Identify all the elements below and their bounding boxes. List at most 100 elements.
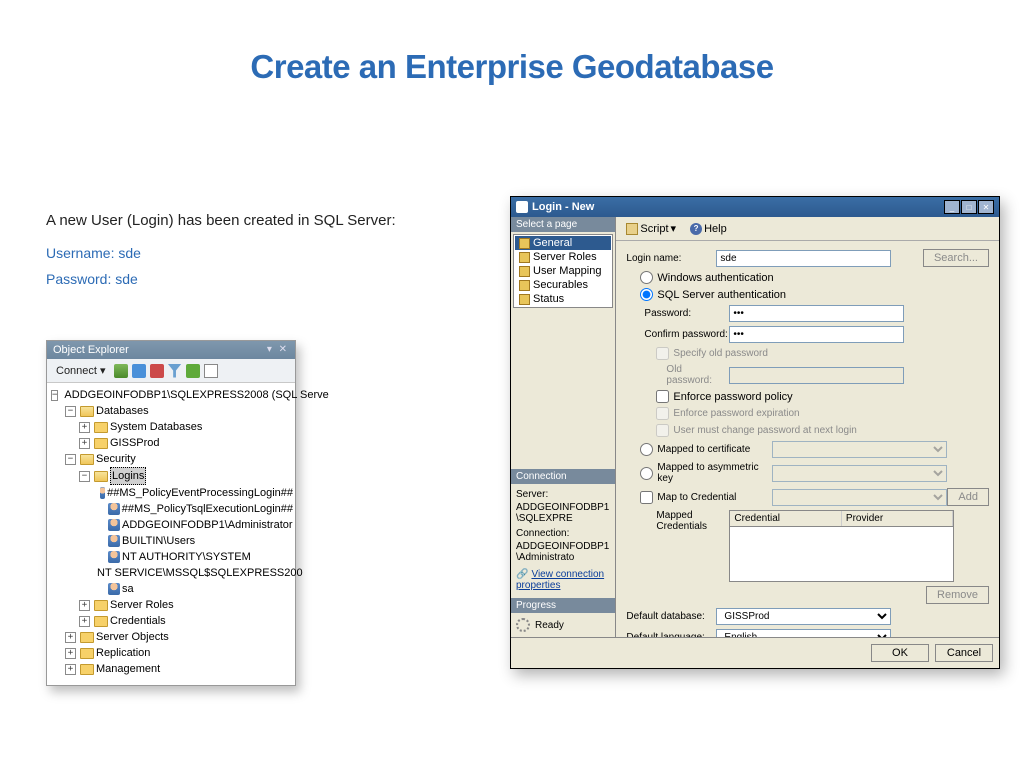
tree-login-item[interactable]: ##MS_PolicyTsqlExecutionLogin##: [93, 501, 293, 517]
cancel-button[interactable]: Cancel: [935, 644, 993, 662]
sql-auth-label: SQL Server authentication: [657, 289, 786, 301]
specify-old-password-label: Specify old password: [673, 348, 768, 359]
dialog-titlebar[interactable]: Login - New _ □ ✕: [511, 197, 999, 217]
maximize-button[interactable]: □: [961, 200, 977, 214]
map-credential-checkbox[interactable]: [640, 491, 653, 504]
tree-server-objects[interactable]: +Server Objects: [65, 629, 293, 645]
tree-login-item[interactable]: NT SERVICE\MSSQL$SQLEXPRESS200: [93, 565, 293, 581]
dialog-title: Login - New: [532, 201, 594, 213]
expand-icon[interactable]: +: [79, 422, 90, 433]
tree-server-roles[interactable]: +Server Roles: [79, 597, 293, 613]
username-line: Username: sde: [46, 245, 396, 261]
tree-login-item[interactable]: sa: [93, 581, 293, 597]
tree-credentials[interactable]: +Credentials: [79, 613, 293, 629]
tree-logins[interactable]: −Logins: [79, 467, 293, 485]
specify-old-password-checkbox: [656, 347, 669, 360]
page-server-roles[interactable]: Server Roles: [515, 250, 611, 264]
tree-root[interactable]: −ADDGEOINFODBP1\SQLEXPRESS2008 (SQL Serv…: [51, 387, 293, 403]
tree-login-item[interactable]: ##MS_PolicyEventProcessingLogin##: [93, 485, 293, 501]
default-database-label: Default database:: [626, 611, 716, 622]
dialog-left-panel: Select a page General Server Roles User …: [511, 217, 616, 637]
enforce-expiration-label: Enforce password expiration: [673, 408, 799, 419]
folder-icon: [94, 422, 108, 433]
password-label: Password:: [644, 308, 729, 319]
login-form: Login name: Search... Windows authentica…: [616, 241, 999, 637]
help-button[interactable]: ?Help: [685, 221, 732, 237]
credentials-grid[interactable]: CredentialProvider: [729, 510, 954, 582]
add-button: Add: [947, 488, 989, 506]
expand-icon[interactable]: +: [65, 648, 76, 659]
windows-auth-radio[interactable]: [640, 271, 653, 284]
password-input[interactable]: [729, 305, 904, 322]
minimize-button[interactable]: _: [944, 200, 960, 214]
folder-icon: [80, 648, 94, 659]
filter-icon[interactable]: [168, 364, 182, 378]
enforce-policy-checkbox[interactable]: [656, 390, 669, 403]
progress-status: Ready: [535, 620, 564, 631]
sql-auth-radio[interactable]: [640, 288, 653, 301]
page-user-mapping[interactable]: User Mapping: [515, 264, 611, 278]
tree-login-item[interactable]: ADDGEOINFODBP1\Administrator: [93, 517, 293, 533]
confirm-password-label: Confirm password:: [644, 329, 729, 340]
script-dropdown[interactable]: Script ▾: [621, 220, 681, 237]
expand-icon[interactable]: +: [79, 600, 90, 611]
folder-icon: [80, 632, 94, 643]
dialog-toolbar: Script ▾ ?Help: [616, 217, 999, 241]
clear-icon[interactable]: [204, 364, 218, 378]
grid-header-provider: Provider: [842, 511, 954, 526]
connection-info: Server: ADDGEOINFODBP1\SQLEXPRE Connecti…: [513, 486, 613, 596]
connect-dropdown[interactable]: Connect ▾: [52, 362, 110, 379]
tree-security[interactable]: −Security: [65, 451, 293, 467]
tree-databases[interactable]: −Databases: [65, 403, 293, 419]
page-general[interactable]: General: [515, 236, 611, 250]
expand-icon[interactable]: +: [79, 438, 90, 449]
slide-title: Create an Enterprise Geodatabase: [0, 0, 1024, 86]
default-language-select[interactable]: English: [716, 629, 891, 637]
stop-icon[interactable]: [150, 364, 164, 378]
login-name-input[interactable]: [716, 250, 891, 267]
progress-box: Ready: [513, 615, 613, 635]
login-icon: [100, 487, 105, 499]
tree-replication[interactable]: +Replication: [65, 645, 293, 661]
default-database-select[interactable]: GISSProd: [716, 608, 891, 625]
mapped-cert-radio[interactable]: [640, 443, 653, 456]
enforce-expiration-checkbox: [656, 407, 669, 420]
expand-icon[interactable]: −: [51, 390, 58, 401]
server-value: ADDGEOINFODBP1\SQLEXPRE: [516, 502, 610, 524]
page-icon: [519, 252, 530, 263]
expand-icon[interactable]: −: [65, 454, 76, 465]
expand-icon[interactable]: −: [79, 471, 90, 482]
activity-icon[interactable]: [186, 364, 200, 378]
object-explorer-tree: −ADDGEOINFODBP1\SQLEXPRESS2008 (SQL Serv…: [47, 383, 295, 685]
slide-description: A new User (Login) has been created in S…: [46, 212, 396, 287]
remove-button: Remove: [926, 586, 989, 604]
expand-icon[interactable]: +: [79, 616, 90, 627]
old-password-input: [729, 367, 904, 384]
page-icon: [519, 294, 530, 305]
expand-icon[interactable]: −: [65, 406, 76, 417]
server-icon[interactable]: [114, 364, 128, 378]
page-securables[interactable]: Securables: [515, 278, 611, 292]
view-connection-properties-link[interactable]: View connection properties: [516, 569, 604, 591]
tree-login-item[interactable]: BUILTIN\Users: [93, 533, 293, 549]
link-icon: 🔗: [516, 569, 528, 580]
tree-gissprod[interactable]: +GISSProd: [79, 435, 293, 451]
tree-login-item[interactable]: NT AUTHORITY\SYSTEM: [93, 549, 293, 565]
expand-icon[interactable]: +: [65, 664, 76, 675]
mapped-asym-radio[interactable]: [640, 467, 653, 480]
tree-management[interactable]: +Management: [65, 661, 293, 677]
page-status[interactable]: Status: [515, 292, 611, 306]
login-icon: [108, 503, 120, 515]
close-button[interactable]: ✕: [978, 200, 994, 214]
folder-icon: [94, 600, 108, 611]
mapped-cert-select: [772, 441, 947, 458]
panel-window-buttons[interactable]: ▾ ✕: [267, 344, 289, 356]
windows-auth-label: Windows authentication: [657, 272, 773, 284]
ok-button[interactable]: OK: [871, 644, 929, 662]
confirm-password-input[interactable]: [729, 326, 904, 343]
expand-icon[interactable]: +: [65, 632, 76, 643]
refresh-icon[interactable]: [132, 364, 146, 378]
mapped-credentials-label: Mapped Credentials: [656, 510, 729, 532]
tree-system-databases[interactable]: +System Databases: [79, 419, 293, 435]
grid-header-credential: Credential: [730, 511, 842, 526]
